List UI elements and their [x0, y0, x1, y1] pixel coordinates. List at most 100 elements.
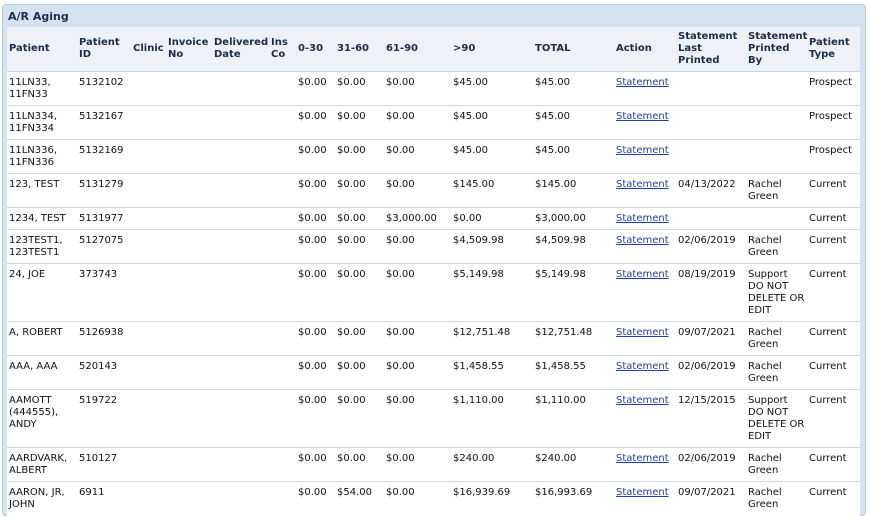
clinic-cell — [131, 355, 166, 390]
invoice-no-cell — [166, 229, 212, 264]
total-cell: $4,509.98 — [533, 229, 614, 264]
statement-link[interactable]: Statement — [616, 145, 669, 156]
statement-last-printed-cell — [676, 139, 746, 174]
amount-31-60-cell: $0.00 — [335, 263, 384, 322]
patient-type-cell: Current — [807, 389, 860, 448]
amount-0-30-cell: $0.00 — [296, 321, 335, 356]
col-header-action[interactable]: Action — [614, 27, 676, 72]
delivered-date-cell — [212, 139, 269, 174]
col-header-statement-last-printed[interactable]: Statement Last Printed — [676, 27, 746, 72]
col-header-patient-id[interactable]: Patient ID — [77, 27, 131, 72]
statement-last-printed-cell: 02/06/2019 — [676, 229, 746, 264]
table-row: 123, TEST 5131279 $0.00 $0.00 $0.00 $145.00 $1… — [7, 173, 860, 208]
col-header-total[interactable]: TOTAL — [533, 27, 614, 72]
total-cell: $3,000.00 — [533, 207, 614, 230]
statement-link[interactable]: Statement — [616, 395, 669, 406]
amount-0-30-cell: $0.00 — [296, 229, 335, 264]
statement-link[interactable]: Statement — [616, 179, 669, 190]
amount-31-60-cell: $0.00 — [335, 139, 384, 174]
patient-id-cell: 520143 — [77, 355, 131, 390]
statement-last-printed-cell: 04/13/2022 — [676, 173, 746, 208]
delivered-date-cell — [212, 263, 269, 322]
statement-link[interactable]: Statement — [616, 77, 669, 88]
table-body: 11LN33, 11FN33 5132102 $0.00 $0.00 $0.00 $45.… — [7, 71, 860, 515]
patient-id-cell: 5127075 — [77, 229, 131, 264]
ins-co-cell — [269, 229, 296, 264]
col-header-over-90[interactable]: >90 — [451, 27, 533, 72]
col-header-0-30[interactable]: 0-30 — [296, 27, 335, 72]
amount-31-60-cell: $0.00 — [335, 173, 384, 208]
total-cell: $145.00 — [533, 173, 614, 208]
patient-cell: A, ROBERT — [7, 321, 77, 356]
ins-co-cell — [269, 207, 296, 230]
delivered-date-cell — [212, 71, 269, 106]
col-header-ins-co[interactable]: Ins Co — [269, 27, 296, 72]
table-row: AAA, AAA 520143 $0.00 $0.00 $0.00 $1,458.55 $1… — [7, 355, 860, 390]
col-header-statement-printed-by[interactable]: Statement Printed By — [746, 27, 807, 72]
statement-link[interactable]: Statement — [616, 213, 669, 224]
col-header-patient[interactable]: Patient — [7, 27, 77, 72]
amount-61-90-cell: $0.00 — [384, 229, 451, 264]
patient-type-cell: Current — [807, 321, 860, 356]
statement-link[interactable]: Statement — [616, 361, 669, 372]
clinic-cell — [131, 173, 166, 208]
col-header-delivered-date[interactable]: Delivered Date — [212, 27, 269, 72]
ar-aging-panel: A/R Aging Patient Patient ID Clinic Invo… — [2, 4, 866, 517]
col-header-patient-type[interactable]: Patient Type — [807, 27, 860, 72]
clinic-cell — [131, 389, 166, 448]
ins-co-cell — [269, 139, 296, 174]
statement-link[interactable]: Statement — [616, 487, 669, 498]
table-header-row: Patient Patient ID Clinic Invoice No Del… — [7, 27, 860, 72]
statement-link[interactable]: Statement — [616, 269, 669, 280]
statement-printed-by-cell — [746, 105, 807, 140]
patient-id-cell: 5132169 — [77, 139, 131, 174]
col-header-31-60[interactable]: 31-60 — [335, 27, 384, 72]
ins-co-cell — [269, 71, 296, 106]
statement-link[interactable]: Statement — [616, 111, 669, 122]
invoice-no-cell — [166, 263, 212, 322]
total-cell: $1,110.00 — [533, 389, 614, 448]
patient-cell: AARON, JR, JOHN — [7, 481, 77, 515]
patient-id-cell: 519722 — [77, 389, 131, 448]
col-header-invoice-no[interactable]: Invoice No — [166, 27, 212, 72]
amount-over-90-cell: $5,149.98 — [451, 263, 533, 322]
amount-0-30-cell: $0.00 — [296, 263, 335, 322]
total-cell: $1,458.55 — [533, 355, 614, 390]
action-cell: Statement — [614, 389, 676, 448]
clinic-cell — [131, 447, 166, 482]
amount-over-90-cell: $45.00 — [451, 71, 533, 106]
statement-link[interactable]: Statement — [616, 235, 669, 246]
amount-0-30-cell: $0.00 — [296, 207, 335, 230]
patient-type-cell: Current — [807, 481, 860, 515]
statement-link[interactable]: Statement — [616, 327, 669, 338]
action-cell: Statement — [614, 229, 676, 264]
clinic-cell — [131, 139, 166, 174]
amount-0-30-cell: $0.00 — [296, 447, 335, 482]
col-header-clinic[interactable]: Clinic — [131, 27, 166, 72]
invoice-no-cell — [166, 173, 212, 208]
amount-over-90-cell: $1,110.00 — [451, 389, 533, 448]
amount-over-90-cell: $45.00 — [451, 139, 533, 174]
amount-0-30-cell: $0.00 — [296, 105, 335, 140]
invoice-no-cell — [166, 105, 212, 140]
statement-link[interactable]: Statement — [616, 453, 669, 464]
statement-last-printed-cell: 09/07/2021 — [676, 321, 746, 356]
action-cell: Statement — [614, 447, 676, 482]
patient-id-cell: 5132102 — [77, 71, 131, 106]
patient-cell: AAA, AAA — [7, 355, 77, 390]
amount-61-90-cell: $0.00 — [384, 481, 451, 515]
statement-printed-by-cell: Support DO NOT DELETE OR EDIT — [746, 389, 807, 448]
amount-31-60-cell: $54.00 — [335, 481, 384, 515]
amount-0-30-cell: $0.00 — [296, 139, 335, 174]
amount-0-30-cell: $0.00 — [296, 481, 335, 515]
amount-over-90-cell: $0.00 — [451, 207, 533, 230]
table-row: AARDVARK, ALBERT 510127 $0.00 $0.00 $0.00 $24… — [7, 447, 860, 482]
patient-id-cell: 5131279 — [77, 173, 131, 208]
table-row: 11LN336, 11FN336 5132169 $0.00 $0.00 $0.00 $4… — [7, 139, 860, 174]
total-cell: $12,751.48 — [533, 321, 614, 356]
col-header-61-90[interactable]: 61-90 — [384, 27, 451, 72]
amount-61-90-cell: $0.00 — [384, 71, 451, 106]
action-cell: Statement — [614, 481, 676, 515]
amount-61-90-cell: $0.00 — [384, 447, 451, 482]
ar-aging-table-container: Patient Patient ID Clinic Invoice No Del… — [7, 27, 860, 517]
